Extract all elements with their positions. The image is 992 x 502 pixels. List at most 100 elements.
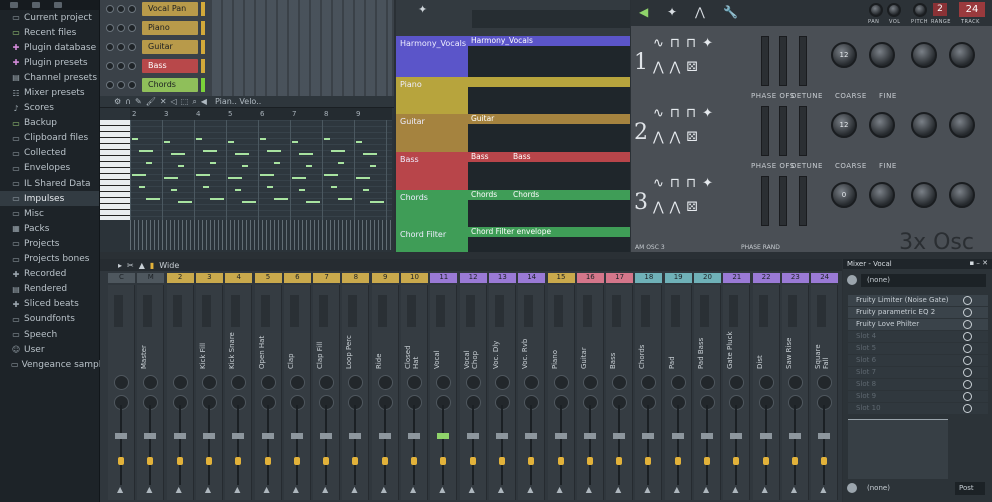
send-arrow-icon[interactable] — [791, 457, 798, 465]
note[interactable] — [356, 141, 362, 143]
note[interactable] — [146, 162, 152, 164]
mixer-track-number[interactable]: M — [137, 273, 165, 283]
speaker-icon[interactable]: ◀ — [201, 97, 207, 106]
mixer-strip[interactable]: ▲ — [166, 285, 194, 500]
osc-knob[interactable]: 0 — [831, 182, 857, 208]
browser-item[interactable]: ✚ Plugin database — [0, 40, 99, 55]
osc-fader[interactable] — [779, 106, 787, 156]
note[interactable] — [338, 198, 352, 200]
send-arrow-icon[interactable] — [498, 457, 505, 465]
mixer-meter-icon[interactable]: ▲ — [139, 261, 145, 270]
file-icon[interactable] — [32, 2, 40, 8]
volume-fader[interactable] — [173, 433, 186, 439]
mixer-track-number[interactable]: 15 — [547, 273, 575, 283]
channel-knobs[interactable] — [106, 80, 142, 89]
volume-fader[interactable] — [701, 433, 713, 439]
note[interactable] — [171, 189, 177, 191]
osc-knob[interactable] — [949, 182, 975, 208]
plugin-envelope-icon[interactable]: ⋀ — [695, 5, 705, 19]
mixer-strip[interactable]: Master ▲ — [137, 285, 165, 500]
input-select[interactable]: (none) — [861, 274, 986, 287]
slot-mix-knob-icon[interactable] — [963, 320, 972, 329]
mixer-strip[interactable]: Open Hat ▲ — [254, 285, 282, 500]
mixer-track-number[interactable]: 2 — [166, 273, 194, 283]
volume-fader[interactable] — [554, 433, 567, 439]
channel-button[interactable]: Guitar — [142, 39, 198, 54]
send-arrow-icon[interactable] — [205, 457, 212, 465]
slot-mix-knob-icon[interactable] — [963, 392, 972, 401]
mixer-strip[interactable]: Square Fall ▲ — [811, 285, 839, 500]
send-arrow-icon[interactable] — [733, 457, 740, 465]
note[interactable] — [235, 153, 249, 155]
playlist-track-header[interactable]: Chord Filter — [396, 227, 468, 252]
mixer-strip[interactable]: Saw Rise ▲ — [781, 285, 809, 500]
piano-roll-ruler[interactable]: 2 3 4 5 6 7 8 9 — [130, 108, 392, 120]
playlist-clip[interactable]: Chord Filter envelope — [468, 227, 630, 252]
send-arrow-icon[interactable] — [645, 457, 652, 465]
pan-knob[interactable] — [869, 3, 883, 17]
pan-knob[interactable] — [143, 375, 159, 390]
mixer-strip[interactable]: Kick Fill ▲ — [195, 285, 223, 500]
send-arrow-icon[interactable] — [381, 457, 388, 465]
note[interactable] — [132, 174, 146, 176]
mixer-track-number[interactable]: 22 — [752, 273, 780, 283]
osc-fader[interactable] — [761, 36, 769, 86]
note[interactable] — [274, 198, 288, 200]
mixer-strip[interactable]: Gate Pluck ▲ — [723, 285, 751, 500]
browser-item[interactable]: ▭ Vengeance samples — [0, 357, 112, 372]
eq-curve[interactable] — [848, 419, 948, 479]
note[interactable] — [356, 177, 370, 179]
slot-mix-knob-icon[interactable] — [963, 308, 972, 317]
note[interactable] — [267, 186, 273, 188]
slot-mix-knob-icon[interactable] — [963, 404, 972, 413]
note[interactable] — [274, 162, 280, 164]
note[interactable] — [292, 177, 306, 179]
send-arrow-icon[interactable] — [469, 457, 476, 465]
route-arrow-icon[interactable]: ▲ — [557, 485, 563, 494]
browser-item[interactable]: ♪ Scores — [0, 101, 99, 116]
mixer-track-number[interactable]: 4 — [225, 273, 253, 283]
route-arrow-icon[interactable]: ▲ — [615, 485, 621, 494]
pan-knob[interactable] — [729, 375, 745, 390]
pitch-knob[interactable] — [913, 3, 927, 17]
send-arrow-icon[interactable] — [264, 457, 271, 465]
input-icon[interactable] — [847, 275, 857, 285]
note[interactable] — [203, 150, 217, 152]
browser-item[interactable]: ▤ Channel presets — [0, 70, 99, 85]
volume-fader[interactable] — [642, 433, 655, 439]
channel-row[interactable]: Vocal Pan — [106, 0, 205, 17]
pan-knob[interactable] — [172, 375, 188, 390]
note[interactable] — [235, 189, 241, 191]
playlist-track-header[interactable]: Chords — [396, 190, 468, 227]
note[interactable] — [196, 138, 202, 140]
pan-knob[interactable] — [582, 375, 598, 390]
note[interactable] — [228, 141, 234, 143]
osc-knob[interactable] — [911, 112, 937, 138]
note[interactable] — [242, 165, 248, 167]
arrow-icon[interactable] — [10, 2, 18, 8]
playlist-clip[interactable]: Guitar — [468, 114, 630, 152]
pan-knob[interactable] — [817, 375, 833, 390]
route-arrow-icon[interactable]: ▲ — [703, 485, 709, 494]
osc-fader[interactable] — [761, 176, 769, 226]
send-arrow-icon[interactable] — [528, 457, 535, 465]
mixer-track-number[interactable]: 24 — [811, 273, 839, 283]
output-icon[interactable] — [847, 483, 857, 493]
pan-knob[interactable] — [114, 375, 129, 390]
mixer-track-number[interactable]: 10 — [401, 273, 428, 283]
osc-knob[interactable] — [869, 42, 895, 68]
note[interactable] — [178, 165, 184, 167]
mixer-track-number[interactable]: 20 — [694, 273, 721, 283]
browser-item[interactable]: ▭ Clipboard files — [0, 131, 99, 146]
playlist-clip[interactable]: Harmony_Vocals — [468, 36, 630, 77]
insert-slot[interactable]: Fruity parametric EQ 2 — [848, 307, 988, 318]
playlist-clip[interactable]: Bass — [510, 152, 600, 162]
send-arrow-icon[interactable] — [352, 457, 359, 465]
note[interactable] — [324, 138, 330, 140]
osc-fader[interactable] — [779, 176, 787, 226]
send-arrow-icon[interactable] — [147, 457, 154, 465]
channel-select-led[interactable] — [201, 39, 205, 54]
slot-mix-knob-icon[interactable] — [963, 296, 972, 305]
note[interactable] — [203, 186, 209, 188]
mixer-track-number[interactable]: 9 — [371, 273, 399, 283]
